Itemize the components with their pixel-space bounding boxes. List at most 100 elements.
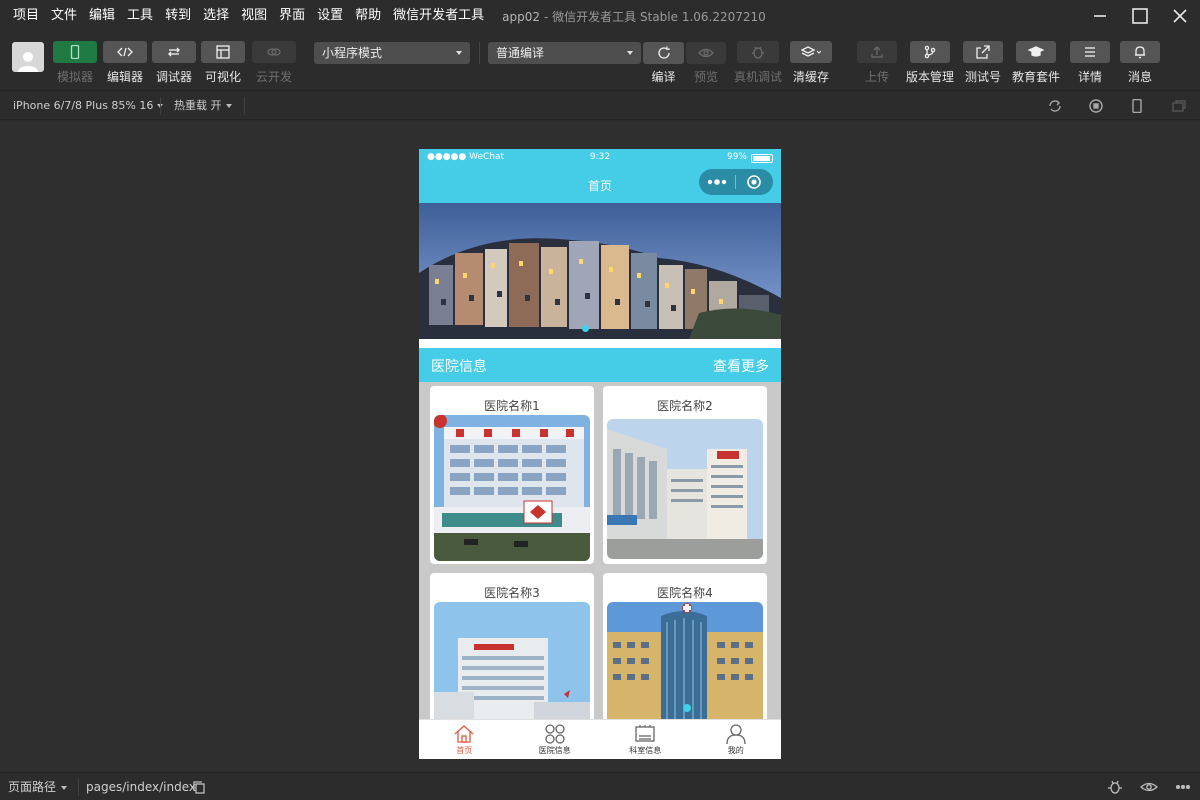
page-path-value: pages/index/index (86, 780, 196, 794)
more-button[interactable] (699, 179, 735, 185)
menu-file[interactable]: 文件 (45, 0, 83, 32)
debug-toggle-button[interactable] (1106, 779, 1124, 795)
hospital-name: 医院名称4 (657, 586, 713, 600)
menu-project[interactable]: 项目 (0, 0, 45, 32)
simulator-button[interactable] (53, 41, 97, 63)
cloud-icon (267, 48, 281, 56)
hospital-name: 医院名称1 (484, 399, 540, 413)
hospital-building-image (434, 415, 590, 561)
clear-cache-button[interactable] (790, 41, 832, 63)
upload-button[interactable] (857, 41, 897, 63)
hospital-image (607, 602, 763, 733)
capsule-menu (699, 169, 773, 195)
preview-eye-button[interactable] (1140, 779, 1158, 795)
test-account-button[interactable] (963, 41, 1003, 63)
preview-button[interactable] (686, 42, 726, 64)
toolbar-divider (479, 42, 480, 64)
compile-mode-value: 普通编译 (496, 46, 545, 60)
tab-hospital-info[interactable]: 医院信息 (510, 720, 601, 759)
maximize-icon (1132, 8, 1148, 24)
menu-wechat-devtools[interactable]: 微信开发者工具 (387, 0, 490, 32)
visualize-label: 可视化 (204, 70, 241, 84)
menu-interface[interactable]: 界面 (273, 0, 311, 32)
device-select[interactable]: iPhone 6/7/8 Plus 85% 16 (13, 91, 164, 120)
bug-icon (1108, 780, 1122, 794)
chevron-down-icon (456, 51, 462, 55)
compile-label: 编译 (651, 70, 676, 84)
rotate-button[interactable] (1046, 97, 1064, 115)
tab-mine[interactable]: 我的 (691, 720, 782, 759)
test-account-label: 测试号 (964, 70, 1001, 84)
cloud-button[interactable] (252, 41, 296, 63)
copy-icon (193, 780, 205, 794)
editor-button[interactable] (103, 41, 147, 63)
phone-simulator[interactable]: ●●●●● WeChat 9:32 99% 首页 医院信息 查看更多 医院名称1… (419, 149, 781, 759)
grid-icon (545, 724, 565, 744)
real-debug-button[interactable] (737, 41, 779, 63)
battery-icon (751, 154, 773, 163)
tab-department-info[interactable]: 科室信息 (600, 720, 691, 759)
menu-select[interactable]: 选择 (197, 0, 235, 32)
user-icon (726, 724, 746, 744)
stop-icon (1089, 99, 1103, 113)
simulator-label: 模拟器 (56, 70, 93, 84)
tab-home-label: 首页 (456, 746, 473, 755)
banner-swiper[interactable] (419, 203, 781, 339)
copy-path-button[interactable] (190, 779, 208, 795)
popout-button[interactable] (1170, 97, 1188, 115)
hospital-image (434, 415, 590, 561)
device-select-value: iPhone 6/7/8 Plus 85% 16 (13, 99, 154, 112)
minimize-button[interactable] (1080, 0, 1120, 32)
details-label: 详情 (1077, 70, 1102, 84)
device-frame-button[interactable] (1128, 97, 1146, 115)
hospital-building-image (607, 602, 763, 733)
avatar[interactable] (12, 42, 44, 72)
home-icon (454, 725, 474, 743)
rotate-icon (1049, 100, 1061, 112)
layers-icon (801, 46, 821, 57)
menu-view[interactable]: 视图 (235, 0, 273, 32)
debugger-label: 调试器 (155, 70, 192, 84)
version-mgmt-label: 版本管理 (905, 70, 954, 84)
messages-button[interactable] (1120, 41, 1160, 63)
menu-tools[interactable]: 工具 (121, 0, 159, 32)
stop-button[interactable] (1087, 97, 1105, 115)
menu-edit[interactable]: 编辑 (83, 0, 121, 32)
debugger-button[interactable] (152, 41, 196, 63)
view-more-link[interactable]: 查看更多 (713, 356, 769, 376)
hospital-card[interactable]: 医院名称1 (430, 386, 594, 564)
refresh-icon (657, 46, 670, 59)
main-toolbar: 模拟器 编辑器 调试器 可视化 云开发 小程序模式 普通编译 编译 预览 真机调… (0, 32, 1200, 88)
swiper-indicator-dot[interactable] (582, 325, 589, 332)
hot-reload-toggle[interactable]: 热重载 开 (174, 91, 232, 120)
menu-goto[interactable]: 转到 (159, 0, 197, 32)
close-button[interactable] (1160, 0, 1200, 32)
messages-label: 消息 (1127, 70, 1152, 84)
hospital-card[interactable]: 医院名称4 (603, 573, 767, 733)
maximize-button[interactable] (1120, 0, 1160, 32)
window-title: app02- 微信开发者工具 Stable 1.06.2207210 (502, 8, 766, 25)
tab-department-info-label: 科室信息 (629, 746, 662, 755)
eye-icon (698, 48, 714, 58)
mode-select[interactable]: 小程序模式 (314, 42, 470, 64)
hospital-name: 医院名称2 (657, 399, 713, 413)
visualize-button[interactable] (201, 41, 245, 63)
close-miniprogram-button[interactable] (736, 175, 772, 189)
page-path-dropdown[interactable]: 页面路径 (8, 773, 68, 800)
hospital-card[interactable]: 医院名称3 (430, 573, 594, 733)
version-mgmt-button[interactable] (910, 41, 950, 63)
tab-home[interactable]: 首页 (419, 720, 510, 759)
compile-mode-select[interactable]: 普通编译 (488, 42, 641, 64)
details-button[interactable] (1070, 41, 1110, 63)
debug-arrows-icon (168, 47, 180, 57)
menu-bar: 项目 文件 编辑 工具 转到 选择 视图 界面 设置 帮助 微信开发者工具 ap… (0, 0, 1200, 32)
phone-nav-bar: 首页 (419, 167, 781, 203)
edu-kit-button[interactable] (1016, 41, 1056, 63)
chevron-down-icon (61, 785, 68, 790)
menu-help[interactable]: 帮助 (349, 0, 387, 32)
menu-settings[interactable]: 设置 (311, 0, 349, 32)
mode-select-value: 小程序模式 (322, 46, 383, 60)
hospital-card[interactable]: 医院名称2 (603, 386, 767, 564)
more-options-button[interactable] (1174, 779, 1192, 795)
compile-button[interactable] (643, 42, 684, 64)
